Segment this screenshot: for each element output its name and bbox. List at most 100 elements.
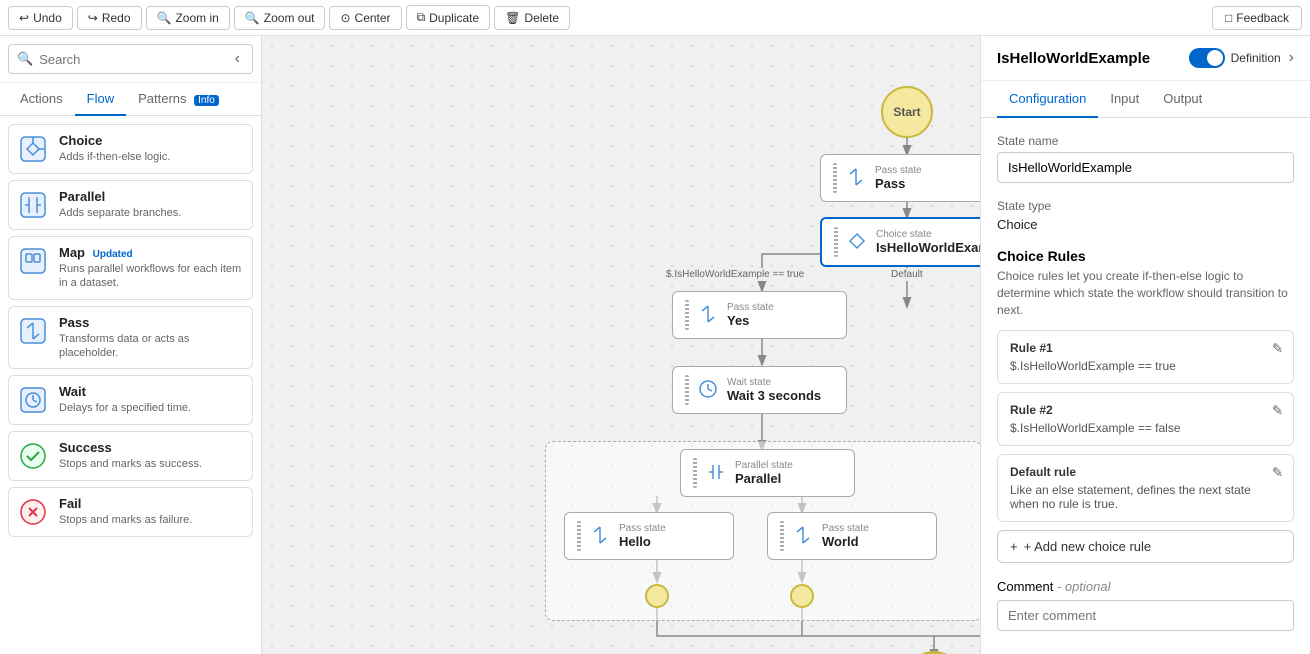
state-name-group: State name [997,134,1294,183]
add-rule-button[interactable]: + + Add new choice rule [997,530,1294,563]
tab-patterns[interactable]: Patterns Info [126,83,231,116]
tab-input[interactable]: Input [1098,81,1151,118]
tab-output[interactable]: Output [1151,81,1214,118]
feedback-button[interactable]: □ Feedback [1212,6,1302,30]
tab-actions[interactable]: Actions [8,83,75,116]
pass-state-node[interactable]: Pass state Pass [820,154,980,202]
sidebar-item-wait[interactable]: Wait Delays for a specified time. [8,375,253,425]
state-type-label: State type [997,199,1294,213]
toggle-thumb [1207,50,1223,66]
choice-rules-title: Choice Rules [997,248,1294,264]
rule-2-card[interactable]: Rule #2 $.IsHelloWorldExample == false ✎ [997,392,1294,446]
duplicate-icon: ⧉ [417,10,426,25]
delete-button[interactable]: 🗑 Delete [494,6,570,30]
panel-expand-button[interactable]: › [1289,49,1294,67]
search-input[interactable] [39,52,224,67]
search-wrap: 🔍 ‹ [8,44,253,74]
drag-handle-parallel [693,458,697,488]
parallel-icon-node [705,461,727,486]
redo-button[interactable]: ↪ Redo [77,6,142,30]
world-state-node[interactable]: Pass state World [767,512,937,560]
duplicate-button[interactable]: ⧉ Duplicate [406,5,491,30]
comment-input[interactable] [997,600,1294,631]
drag-handle-choice [834,227,838,257]
parallel-state-node[interactable]: Parallel state Parallel [680,449,855,497]
sidebar-item-success[interactable]: Success Stops and marks as success. [8,431,253,481]
choice-icon [17,133,49,165]
undo-icon: ↩ [19,11,29,25]
wait-desc: Delays for a specified time. [59,401,191,415]
pass-hello-icon [589,524,611,549]
right-panel: IsHelloWorldExample Definition › Configu… [980,36,1310,654]
hello-state-name: Hello [619,534,651,549]
plus-icon: + [1010,539,1018,554]
pass-name: Pass [59,315,244,330]
pass-icon-node [845,166,867,191]
state-type-value: Choice [997,217,1294,232]
sidebar-tabs: Actions Flow Patterns Info [0,83,261,116]
delete-icon: 🗑 [505,11,520,25]
parallel-name: Parallel [59,189,181,204]
sidebar-item-pass[interactable]: Pass Transforms data or acts as placehol… [8,306,253,370]
default-rule-edit-button[interactable]: ✎ [1272,465,1283,481]
panel-title: IsHelloWorldExample [997,50,1181,67]
wait-state-node[interactable]: Wait state Wait 3 seconds [672,366,847,414]
wait-text: Wait Delays for a specified time. [59,384,191,415]
yes-state-name: Yes [727,313,749,328]
canvas-area[interactable]: Start Pass state Pass [262,36,980,654]
world-state-name: World [822,534,859,549]
sidebar-item-fail[interactable]: Fail Stops and marks as failure. [8,487,253,537]
center-button[interactable]: ⊙ Center [329,6,401,30]
hello-state-node[interactable]: Pass state Hello [564,512,734,560]
toggle-track[interactable] [1189,48,1225,68]
rule-2-value: $.IsHelloWorldExample == false [1010,421,1281,435]
zoom-out-button[interactable]: 🔍 Zoom out [234,6,326,30]
rule-1-edit-button[interactable]: ✎ [1272,341,1283,357]
state-name-input[interactable] [997,152,1294,183]
zoom-in-button[interactable]: 🔍 Zoom in [146,6,230,30]
fail-name: Fail [59,496,192,511]
drag-handle [833,163,837,193]
comment-section: Comment - optional [997,579,1294,631]
success-text: Success Stops and marks as success. [59,440,202,471]
choice-desc: Adds if-then-else logic. [59,150,170,164]
choice-state-type: Choice state [876,229,980,240]
sidebar-item-choice[interactable]: Choice Adds if-then-else logic. [8,124,253,174]
rule-2-title: Rule #2 [1010,403,1281,417]
parallel-icon [17,189,49,221]
yes-state-node[interactable]: Pass state Yes [672,291,847,339]
sidebar-item-parallel[interactable]: Parallel Adds separate branches. [8,180,253,230]
panel-tabs: Configuration Input Output [981,81,1310,118]
map-text: Map Updated Runs parallel workflows for … [59,245,244,291]
rule-2-edit-button[interactable]: ✎ [1272,403,1283,419]
tab-flow[interactable]: Flow [75,83,126,116]
pass-icon [17,315,49,347]
drag-handle-wait [685,375,689,405]
wait-state-name: Wait 3 seconds [727,388,821,403]
sidebar-collapse-button[interactable]: ‹ [231,50,244,68]
rule-1-title: Rule #1 [1010,341,1281,355]
definition-toggle[interactable]: Definition [1189,48,1281,68]
undo-button[interactable]: ↩ Undo [8,6,73,30]
tab-configuration[interactable]: Configuration [997,81,1098,118]
rule-1-card[interactable]: Rule #1 $.IsHelloWorldExample == true ✎ [997,330,1294,384]
sidebar-item-map[interactable]: Map Updated Runs parallel workflows for … [8,236,253,300]
pass-text: Pass Transforms data or acts as placehol… [59,315,244,361]
choice-state-node[interactable]: Choice state IsHelloWorldExample [820,217,980,267]
center-icon: ⊙ [340,11,350,25]
start-label: Start [893,105,920,119]
pass-state-type: Pass state [875,165,922,176]
default-rule-card[interactable]: Default rule Like an else statement, def… [997,454,1294,522]
wait-name: Wait [59,384,191,399]
main-layout: 🔍 ‹ Actions Flow Patterns Info [0,36,1310,654]
success-name: Success [59,440,202,455]
info-badge: Info [194,95,219,106]
default-rule-value: Like an else statement, defines the next… [1010,483,1281,511]
state-name-label: State name [997,134,1294,148]
sidebar-items-list: Choice Adds if-then-else logic. Parallel [0,116,261,551]
sidebar: 🔍 ‹ Actions Flow Patterns Info [0,36,262,654]
comment-label: Comment - optional [997,579,1294,594]
redo-icon: ↪ [88,11,98,25]
start-node[interactable]: Start [881,86,933,138]
pass-yes-icon [697,303,719,328]
